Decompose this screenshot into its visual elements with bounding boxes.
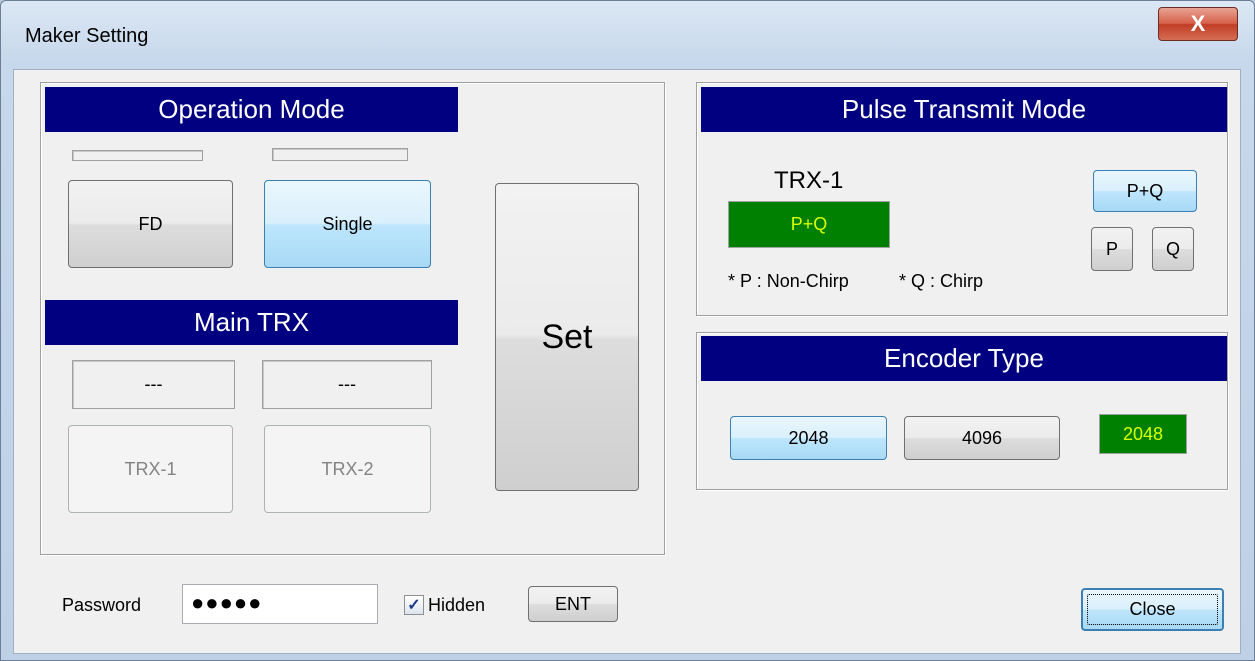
- check-icon: ✓: [407, 597, 421, 614]
- pulse-transmit-header: Pulse Transmit Mode: [701, 87, 1227, 132]
- encoder-2048-button[interactable]: 2048: [730, 416, 887, 460]
- p-button[interactable]: P: [1091, 227, 1133, 271]
- trx1-status: ---: [72, 360, 235, 409]
- encoder-type-header: Encoder Type: [701, 336, 1227, 381]
- note-chirp: * Q : Chirp: [899, 271, 984, 291]
- password-label: Password: [62, 595, 142, 615]
- password-field[interactable]: ●●●●●: [182, 584, 378, 624]
- encoder-4096-button[interactable]: 4096: [904, 416, 1060, 460]
- maker-setting-window: Maker Setting X Operation Mode FD Single…: [0, 0, 1255, 661]
- close-button[interactable]: Close: [1081, 588, 1224, 631]
- client-area: Operation Mode FD Single Main TRX --- --…: [13, 69, 1241, 654]
- pq-button[interactable]: P+Q: [1093, 170, 1197, 212]
- main-trx-header: Main TRX: [45, 300, 458, 345]
- pulse-trx-label: TRX-1: [774, 167, 844, 194]
- title-bar: Maker Setting X: [1, 1, 1254, 71]
- window-close-button[interactable]: X: [1158, 7, 1238, 41]
- fd-button[interactable]: FD: [68, 180, 233, 268]
- hidden-checkbox[interactable]: ✓: [404, 595, 424, 615]
- note-non-chirp: * P : Non-Chirp: [728, 271, 849, 291]
- close-icon: X: [1190, 11, 1206, 36]
- pulse-current-value: P+Q: [728, 201, 890, 248]
- window-title: Maker Setting: [25, 25, 149, 47]
- trx1-button[interactable]: TRX-1: [68, 425, 233, 513]
- operation-mode-header: Operation Mode: [45, 87, 458, 132]
- set-button[interactable]: Set: [495, 183, 639, 491]
- trx2-status: ---: [262, 360, 432, 409]
- fd-indicator: [72, 150, 203, 161]
- q-button[interactable]: Q: [1152, 227, 1194, 271]
- single-indicator: [272, 148, 408, 161]
- encoder-current-value: 2048: [1099, 414, 1187, 454]
- ent-button[interactable]: ENT: [528, 586, 618, 622]
- hidden-label: Hidden: [428, 595, 486, 615]
- single-button[interactable]: Single: [264, 180, 431, 268]
- trx2-button[interactable]: TRX-2: [264, 425, 431, 513]
